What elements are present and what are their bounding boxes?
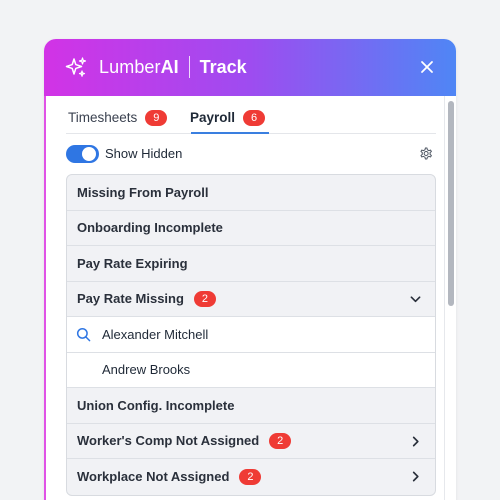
count-badge: 6 [243,110,266,126]
brand-title: Lumber AI Track [99,56,247,78]
list-item-union-config-incomplete[interactable]: Union Config. Incomplete [67,388,435,424]
count-badge: 2 [239,468,262,485]
search-icon [76,327,91,342]
list-item-missing-from-payroll[interactable]: Missing From Payroll [67,175,435,211]
list-item-label: Worker's Comp Not Assigned [77,433,260,449]
list-item-label: Workplace Not Assigned [77,469,230,485]
sub-item-label: Andrew Brooks [102,362,191,378]
list-item-label: Union Config. Incomplete [77,397,235,413]
count-badge: 2 [193,290,216,307]
tab-label: Payroll [190,110,236,125]
list-item-label: Pay Rate Missing [77,291,184,307]
sub-item-label: Alexander Mitchell [102,326,209,342]
list-item-label: Missing From Payroll [77,184,209,200]
product-name: Track [199,57,247,77]
list-item-onboarding-incomplete[interactable]: Onboarding Incomplete [67,211,435,246]
show-hidden-toggle[interactable] [66,145,99,163]
brand-ai: AI [160,57,179,77]
list-item-workplace-not-assigned[interactable]: Workplace Not Assigned 2 [67,459,435,495]
tab-timesheets[interactable]: Timesheets 9 [68,110,168,134]
gear-icon[interactable] [417,145,434,162]
active-tab-indicator [191,132,269,134]
brand-divider [188,56,190,78]
lumber-track-panel: LumberAI Track Timesheets 9 Payroll 6 S [44,39,456,500]
list-item-label: Pay Rate Expiring [77,255,188,271]
sparkle-icon [65,57,87,77]
list-item-pay-rate-missing[interactable]: Pay Rate Missing 2 [67,282,435,317]
scrollbar-thumb[interactable] [448,101,454,306]
brand-name: Lumber [99,57,161,77]
tab-label: Timesheets [68,110,138,125]
tab-bar: Timesheets 9 Payroll 6 [46,96,436,134]
list-item-label: Onboarding Incomplete [77,220,223,236]
sub-item-andrew-brooks[interactable]: Andrew Brooks [67,352,435,388]
chevron-right-icon[interactable] [410,436,421,447]
chevron-right-icon[interactable] [410,471,421,482]
panel-header: Lumber AI Track [44,39,456,96]
chevron-down-icon[interactable] [410,294,421,305]
show-hidden-label: Show Hidden [105,146,183,161]
show-hidden-row: Show Hidden [66,143,436,165]
sub-item-alexander-mitchell[interactable]: Alexander Mitchell [67,317,435,353]
count-badge: 2 [269,432,292,449]
tab-payroll[interactable]: Payroll 6 [190,110,266,134]
issue-list: Missing From Payroll Onboarding Incomple… [66,174,436,496]
panel-body: Timesheets 9 Payroll 6 Show Hidden Missi… [44,96,456,500]
close-icon[interactable] [420,60,434,74]
list-item-workers-comp-not-assigned[interactable]: Worker's Comp Not Assigned 2 [67,424,435,459]
count-badge: 9 [145,110,168,126]
toggle-knob [82,147,96,161]
list-item-pay-rate-expiring[interactable]: Pay Rate Expiring [67,246,435,282]
